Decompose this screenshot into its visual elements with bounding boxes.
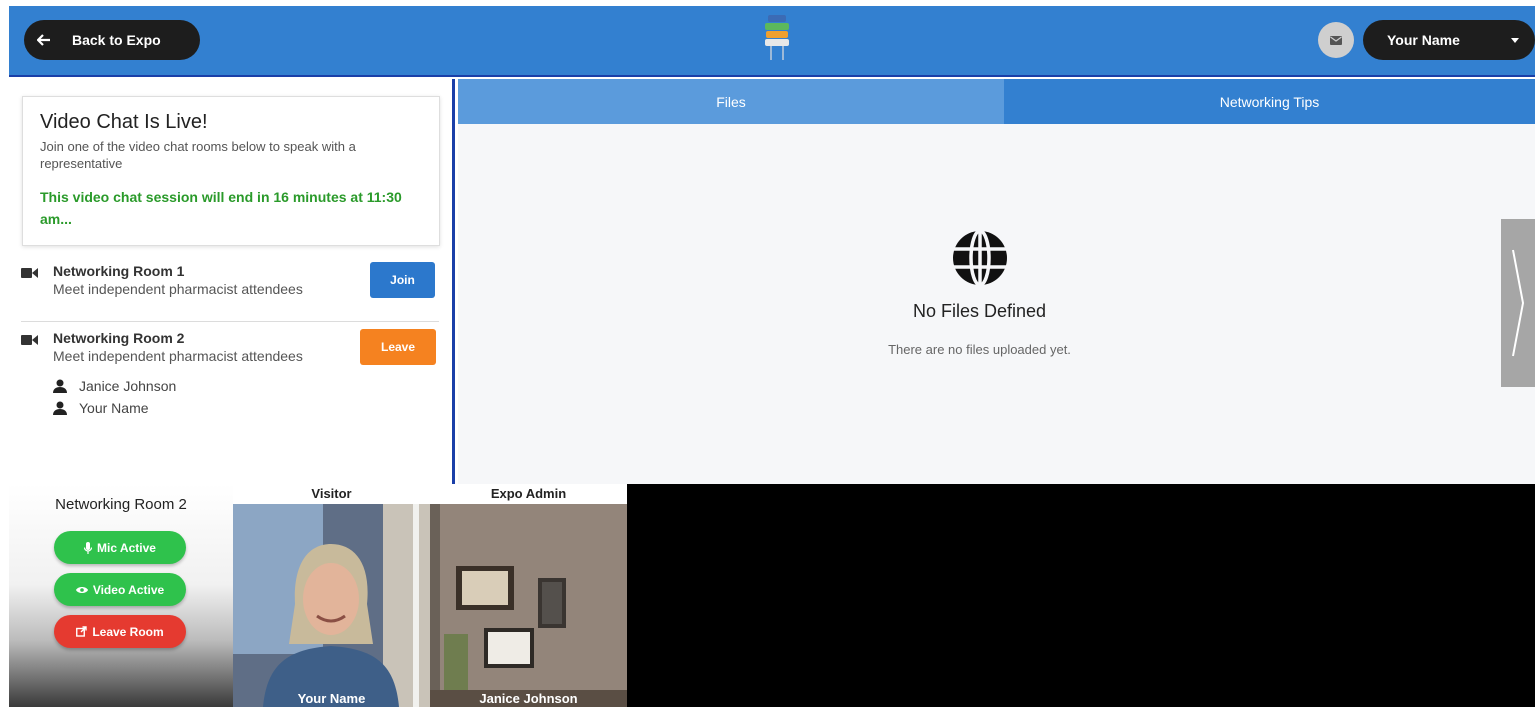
tab-bar: Files Networking Tips [458, 79, 1535, 124]
empty-text: There are no files uploaded yet. [888, 342, 1071, 357]
caret-down-icon [1511, 37, 1519, 43]
participant-item: Your Name [53, 400, 149, 416]
mic-toggle-button[interactable]: Mic Active [54, 531, 186, 564]
video-toggle-button[interactable]: Video Active [54, 573, 186, 606]
empty-state: No Files Defined There are no files uplo… [458, 229, 1501, 357]
admin-video-image [430, 504, 627, 707]
video-label: Video Active [92, 582, 165, 597]
files-panel: Files Networking Tips No Files Defined T… [458, 79, 1535, 484]
room-description: Meet independent pharmacist attendees [53, 281, 303, 297]
video-tile-expo-admin: Expo Admin Janice Johnson [430, 484, 627, 707]
video-tile-visitor: Visitor Your Name [233, 484, 430, 707]
video-camera-icon [21, 335, 38, 345]
session-timer: This video chat session will end in 16 m… [40, 189, 402, 227]
call-controls: Networking Room 2 Mic Active Video Activ… [9, 484, 233, 707]
user-menu-button[interactable]: Your Name [1363, 20, 1535, 60]
globe-icon [952, 229, 1007, 287]
envelope-icon [1330, 35, 1342, 45]
tile-name: Janice Johnson [479, 691, 578, 706]
tile-role: Expo Admin [430, 484, 627, 504]
video-camera-icon [21, 268, 38, 278]
leave-room-button[interactable]: Leave [360, 329, 436, 365]
user-name-label: Your Name [1387, 32, 1460, 48]
tile-name: Your Name [297, 691, 366, 706]
room-description: Meet independent pharmacist attendees [53, 348, 303, 364]
video-call-bar: Networking Room 2 Mic Active Video Activ… [9, 484, 1535, 707]
user-icon [53, 379, 67, 393]
mic-label: Mic Active [97, 540, 156, 555]
live-notice-card: Video Chat Is Live! Join one of the vide… [22, 96, 440, 246]
visitor-video-image [233, 504, 430, 707]
visitor-video-feed [233, 504, 430, 707]
call-room-title: Networking Room 2 [55, 496, 187, 513]
next-slide-handle[interactable] [1501, 219, 1535, 387]
leave-label: Leave Room [92, 624, 164, 639]
admin-video-feed [430, 504, 627, 707]
tab-files[interactable]: Files [458, 79, 1004, 124]
room-name: Networking Room 1 [53, 263, 185, 279]
eye-icon [75, 586, 88, 593]
tab-networking-tips[interactable]: Networking Tips [1004, 79, 1535, 124]
video-chat-panel: Video Chat Is Live! Join one of the vide… [9, 79, 455, 484]
live-title: Video Chat Is Live! [40, 111, 208, 133]
empty-title: No Files Defined [912, 301, 1047, 321]
app-root: Back to Expo Your Name Video Chat Is Liv… [0, 0, 1535, 707]
messages-button[interactable] [1318, 22, 1354, 58]
arrow-left-icon [24, 33, 64, 47]
external-link-icon [76, 626, 88, 637]
chevron-right-icon [1512, 249, 1525, 357]
user-icon [53, 401, 67, 415]
participant-item: Janice Johnson [53, 378, 176, 394]
live-subtitle: Join one of the video chat rooms below t… [40, 139, 356, 171]
microphone-icon [84, 541, 93, 554]
room-name: Networking Room 2 [53, 330, 185, 346]
join-room-button[interactable]: Join [370, 262, 435, 298]
tile-role: Visitor [233, 484, 430, 504]
participant-name: Janice Johnson [79, 378, 177, 394]
leave-call-button[interactable]: Leave Room [54, 615, 186, 648]
back-to-expo-button[interactable]: Back to Expo [24, 20, 200, 60]
divider [21, 321, 439, 322]
expo-logo-icon [765, 15, 789, 60]
participant-name: Your Name [79, 400, 149, 416]
top-bar: Back to Expo Your Name [9, 6, 1535, 77]
back-label: Back to Expo [72, 32, 161, 48]
